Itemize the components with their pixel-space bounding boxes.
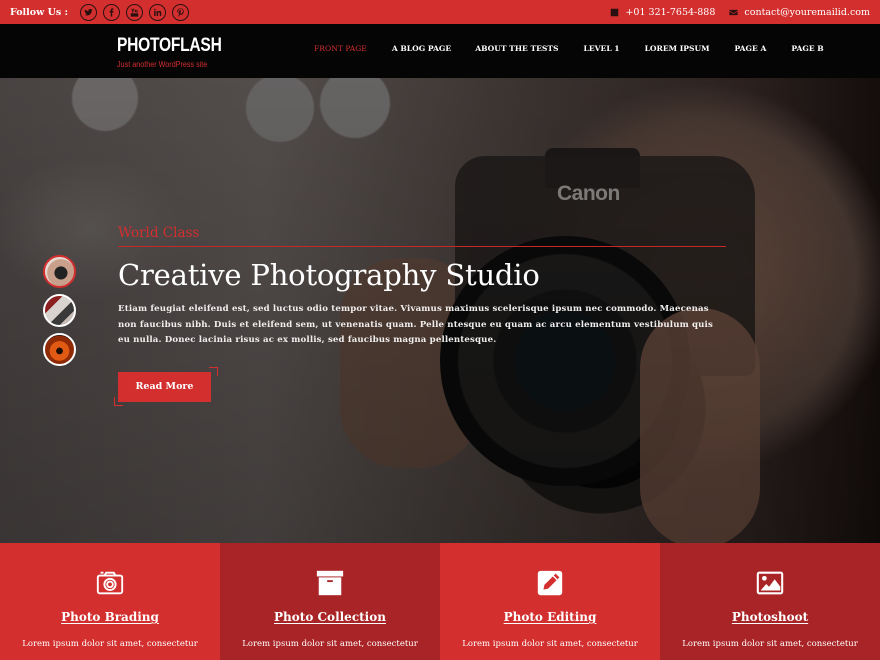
site-header: PHOTOFLASH Just another WordPress site F… [0,24,880,78]
feature-card: Photo Brading Lorem ipsum dolor sit amet… [0,543,220,660]
nav-page-b[interactable]: PAGE B [791,44,823,53]
pinterest-icon[interactable] [172,3,190,21]
image-icon [755,568,785,598]
phone-contact: +01 321-7654-888 [610,7,715,18]
slide-title: Creative Photography Studio [118,258,540,292]
slide-description: Etiam feugiat eleifend est, sed luctus o… [118,304,713,345]
slide-kicker: World Class [118,225,200,241]
email-link[interactable]: contact@youremailid.com [744,7,870,18]
envelope-icon [729,9,739,15]
nav-front-page[interactable]: FRONT PAGE [314,44,367,53]
features-section: Photo Brading Lorem ipsum dolor sit amet… [0,543,880,660]
twitter-icon[interactable] [80,3,98,21]
feature-text: Lorem ipsum dolor sit amet, consectetur [682,639,858,649]
facebook-icon[interactable] [103,3,121,21]
nav-about-the-tests[interactable]: ABOUT THE TESTS [475,44,558,53]
linkedin-icon[interactable] [149,3,167,21]
feature-text: Lorem ipsum dolor sit amet, consectetur [242,639,418,649]
feature-card: Photo Collection Lorem ipsum dolor sit a… [220,543,440,660]
nav-lorem-ipsum[interactable]: LOREM IPSUM [645,44,710,53]
slide-thumb-3[interactable] [43,333,76,366]
phone-number: +01 321-7654-888 [625,6,716,18]
site-logo[interactable]: PHOTOFLASH Just another WordPress site [117,35,245,69]
slide-content: World Class Creative Photography Studio … [114,224,726,410]
camera-icon [95,568,125,598]
site-tagline: Just another WordPress site [117,60,208,69]
main-nav: FRONT PAGE A BLOG PAGE ABOUT THE TESTS L… [314,44,824,53]
edit-pencil-icon [535,568,565,598]
feature-title[interactable]: Photo Editing [504,610,597,624]
archive-box-icon [315,568,345,598]
feature-text: Lorem ipsum dolor sit amet, consectetur [22,639,198,649]
read-more-button[interactable]: Read More [118,371,211,402]
top-bar: Follow Us : +01 321-7654-888 contact@you… [0,0,880,24]
feature-title[interactable]: Photoshoot [732,610,808,624]
social-follow: Follow Us : [10,3,190,21]
follow-label: Follow Us : [10,6,69,18]
site-title[interactable]: PHOTOFLASH [117,35,222,57]
feature-title[interactable]: Photo Brading [61,610,159,624]
youtube-icon[interactable] [126,3,144,21]
slide-thumbnails [43,255,76,366]
feature-title[interactable]: Photo Collection [274,610,386,624]
email-contact: contact@youremailid.com [729,7,870,18]
feature-card: Photo Editing Lorem ipsum dolor sit amet… [440,543,660,660]
nav-level-1[interactable]: LEVEL 1 [584,44,620,53]
contact-info: +01 321-7654-888 contact@youremailid.com [610,7,870,18]
slide-thumb-1[interactable] [43,255,76,288]
feature-card: Photoshoot Lorem ipsum dolor sit amet, c… [660,543,880,660]
read-more-wrap: Read More [114,366,218,410]
feature-text: Lorem ipsum dolor sit amet, consectetur [462,639,638,649]
hero-slider: Canon World Class Creative Photography S… [0,78,880,543]
slide-thumb-2[interactable] [43,294,76,327]
phone-icon [611,8,619,16]
divider [118,246,726,247]
nav-a-blog-page[interactable]: A BLOG PAGE [392,44,451,53]
nav-page-a[interactable]: PAGE A [734,44,766,53]
